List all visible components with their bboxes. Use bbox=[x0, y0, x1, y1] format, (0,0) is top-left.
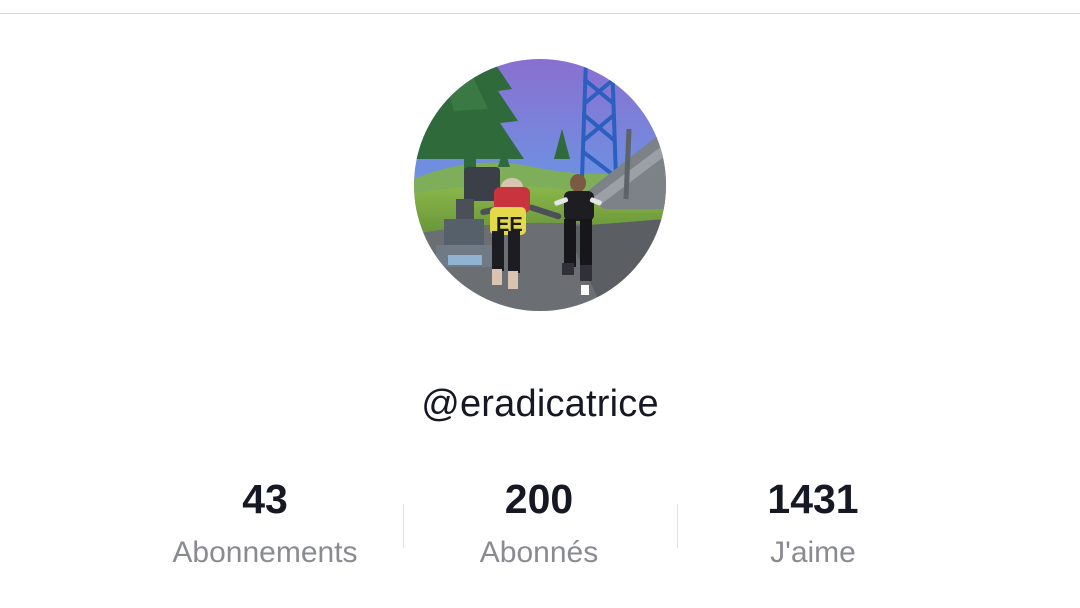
stat-divider bbox=[677, 504, 678, 548]
following-count: 43 bbox=[242, 476, 288, 522]
profile-username: @eradicatrice bbox=[421, 383, 659, 425]
stat-divider bbox=[403, 504, 404, 548]
avatar-image: EE bbox=[414, 59, 666, 311]
top-divider bbox=[0, 13, 1080, 14]
profile-avatar[interactable]: EE bbox=[414, 59, 666, 311]
stat-likes[interactable]: 1431 J'aime bbox=[688, 470, 938, 577]
following-label: Abonnements bbox=[172, 536, 358, 569]
likes-label: J'aime bbox=[770, 536, 856, 569]
followers-count: 200 bbox=[504, 476, 574, 522]
stat-following[interactable]: 43 Abonnements bbox=[140, 470, 390, 577]
followers-label: Abonnés bbox=[479, 536, 599, 569]
likes-count: 1431 bbox=[767, 476, 859, 522]
stat-followers[interactable]: 200 Abonnés bbox=[414, 470, 664, 577]
